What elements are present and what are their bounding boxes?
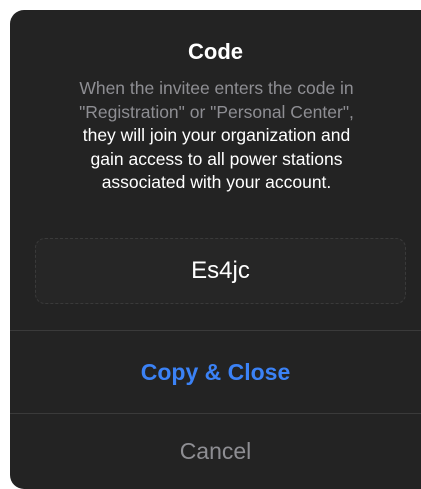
dialog-message: When the invitee enters the code in "Reg… [46,77,387,195]
message-line: When the invitee enters the code in [79,78,354,98]
invite-code-value: Es4jc [191,257,250,284]
message-line: gain access to all power stations [90,148,343,169]
cancel-button[interactable]: Cancel [10,414,421,489]
message-line: "Registration" or "Personal Center", [79,101,354,122]
invite-code-box[interactable]: Es4jc [35,238,406,304]
invite-code-dialog: Code When the invitee enters the code in… [10,10,421,489]
copy-and-close-button[interactable]: Copy & Close [10,331,421,413]
message-line: they will join your organization and [82,125,351,145]
message-line: associated with your account. [101,172,332,192]
dialog-title: Code [188,39,243,64]
